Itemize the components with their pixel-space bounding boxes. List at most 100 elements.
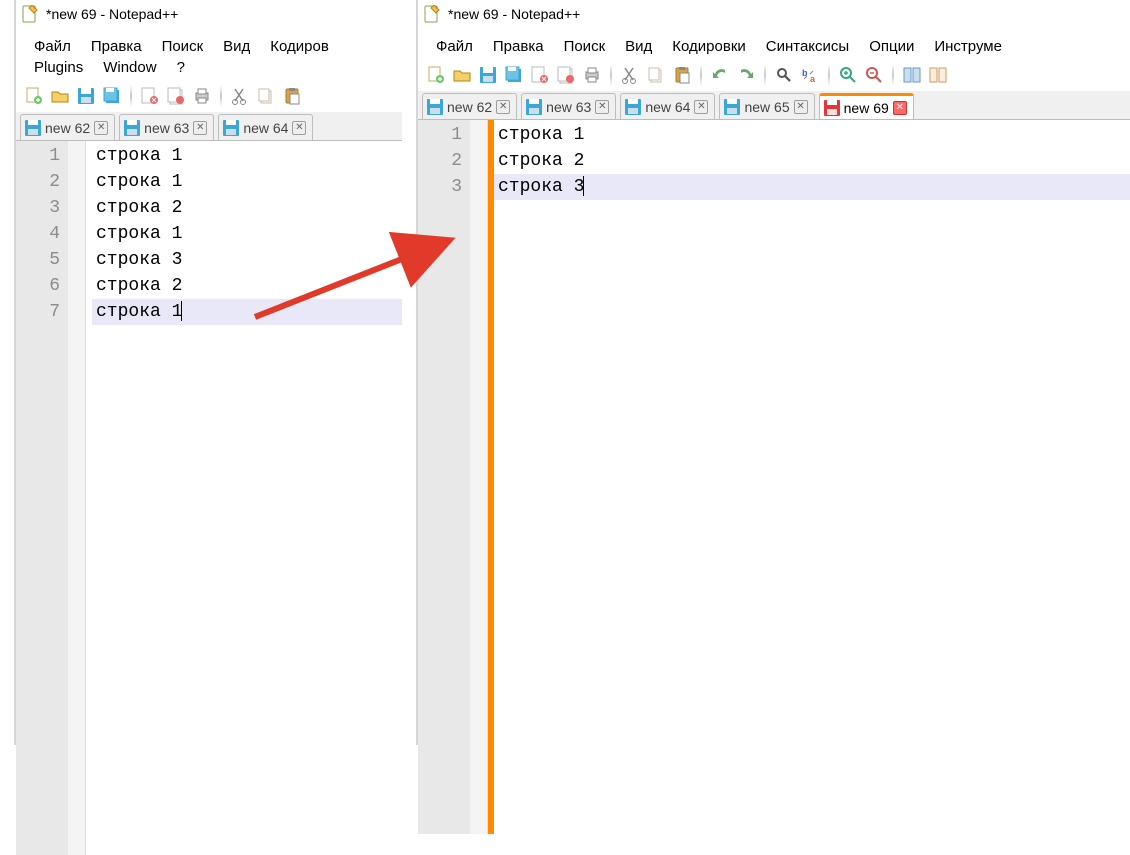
menu-view[interactable]: Вид bbox=[213, 36, 260, 57]
tab-close-button[interactable]: ✕ bbox=[794, 100, 808, 114]
tab-label: new 62 bbox=[45, 120, 90, 136]
tab-label: new 62 bbox=[447, 99, 492, 115]
tab-close-button[interactable]: ✕ bbox=[595, 100, 609, 114]
toolbar-separator bbox=[610, 64, 612, 86]
menu-file[interactable]: Файл bbox=[24, 36, 81, 57]
text-line[interactable]: строка 3 bbox=[494, 174, 1130, 200]
disk-icon bbox=[724, 99, 740, 115]
save-button[interactable] bbox=[74, 84, 98, 108]
menu-encoding[interactable]: Кодировки bbox=[662, 36, 755, 57]
tab-close-button[interactable]: ✕ bbox=[496, 100, 510, 114]
paste-button[interactable] bbox=[670, 63, 694, 87]
tab-label: new 64 bbox=[243, 120, 288, 136]
tab-new63[interactable]: new 63 ✕ bbox=[119, 114, 214, 140]
menu-bar: Файл Правка Поиск Вид Кодиров Plugins Wi… bbox=[16, 30, 402, 80]
menu-help[interactable]: ? bbox=[167, 57, 195, 78]
open-file-button[interactable] bbox=[48, 84, 72, 108]
close-button[interactable] bbox=[138, 84, 162, 108]
toolbar-separator bbox=[700, 64, 702, 86]
new-file-button[interactable] bbox=[424, 63, 448, 87]
save-all-button[interactable] bbox=[100, 84, 124, 108]
menu-window[interactable]: Window bbox=[93, 57, 166, 78]
close-all-button[interactable] bbox=[164, 84, 188, 108]
tab-label: new 65 bbox=[744, 99, 789, 115]
menu-plugins[interactable]: Plugins bbox=[24, 57, 93, 78]
text-line[interactable]: строка 1 bbox=[494, 122, 1130, 148]
menu-search[interactable]: Поиск bbox=[152, 36, 214, 57]
tab-new64[interactable]: new 64 ✕ bbox=[218, 114, 313, 140]
text-line[interactable]: строка 3 bbox=[92, 247, 402, 273]
cut-button[interactable] bbox=[228, 84, 252, 108]
menu-tools[interactable]: Инструме bbox=[924, 36, 1012, 57]
print-button[interactable] bbox=[190, 84, 214, 108]
toolbar-separator bbox=[764, 64, 766, 86]
text-line[interactable]: строка 2 bbox=[92, 273, 402, 299]
toolbar-separator bbox=[828, 64, 830, 86]
copy-button[interactable] bbox=[644, 63, 668, 87]
disk-icon bbox=[625, 99, 641, 115]
disk-icon bbox=[526, 99, 542, 115]
tab-new62[interactable]: new 62 ✕ bbox=[422, 93, 517, 119]
line-number: 3 bbox=[16, 195, 60, 221]
zoom-out-button[interactable] bbox=[862, 63, 886, 87]
text-line[interactable]: строка 2 bbox=[92, 195, 402, 221]
tab-close-button[interactable]: ✕ bbox=[292, 121, 306, 135]
disk-icon bbox=[427, 99, 443, 115]
text-line[interactable]: строка 1 bbox=[92, 143, 402, 169]
disk-icon bbox=[124, 120, 140, 136]
tab-new65[interactable]: new 65 ✕ bbox=[719, 93, 814, 119]
zoom-in-button[interactable] bbox=[836, 63, 860, 87]
menu-edit[interactable]: Правка bbox=[81, 36, 152, 57]
sync-horiz-button[interactable] bbox=[926, 63, 950, 87]
app-icon bbox=[22, 5, 40, 23]
tab-new69[interactable]: new 69 ✕ bbox=[819, 93, 914, 119]
print-button[interactable] bbox=[580, 63, 604, 87]
menu-syntax[interactable]: Синтаксисы bbox=[756, 36, 859, 57]
window-title: *new 69 - Notepad++ bbox=[46, 6, 178, 22]
menu-search[interactable]: Поиск bbox=[554, 36, 616, 57]
new-file-button[interactable] bbox=[22, 84, 46, 108]
sync-vert-button[interactable] bbox=[900, 63, 924, 87]
text-line[interactable]: строка 1 bbox=[92, 299, 402, 325]
tab-bar: new 62 ✕ new 63 ✕ new 64 ✕ new 65 ✕ new … bbox=[418, 91, 1130, 119]
replace-button[interactable]: ba bbox=[798, 63, 822, 87]
tab-label: new 63 bbox=[546, 99, 591, 115]
open-file-button[interactable] bbox=[450, 63, 474, 87]
paste-button[interactable] bbox=[280, 84, 304, 108]
fold-margin bbox=[470, 120, 488, 834]
tab-close-button[interactable]: ✕ bbox=[694, 100, 708, 114]
close-button[interactable] bbox=[528, 63, 552, 87]
line-number: 5 bbox=[16, 247, 60, 273]
menu-encoding[interactable]: Кодиров bbox=[260, 36, 339, 57]
menu-options[interactable]: Опции bbox=[859, 36, 924, 57]
cut-button[interactable] bbox=[618, 63, 642, 87]
tab-new64[interactable]: new 64 ✕ bbox=[620, 93, 715, 119]
line-number: 6 bbox=[16, 273, 60, 299]
text-area[interactable]: строка 1 строка 2 строка 3 bbox=[494, 120, 1130, 834]
text-line[interactable]: строка 1 bbox=[92, 169, 402, 195]
text-line[interactable]: строка 2 bbox=[494, 148, 1130, 174]
menu-edit[interactable]: Правка bbox=[483, 36, 554, 57]
tab-new63[interactable]: new 63 ✕ bbox=[521, 93, 616, 119]
menu-view[interactable]: Вид bbox=[615, 36, 662, 57]
line-number: 2 bbox=[418, 148, 462, 174]
copy-button[interactable] bbox=[254, 84, 278, 108]
text-area[interactable]: строка 1 строка 1 строка 2 строка 1 стро… bbox=[92, 141, 402, 855]
menu-file[interactable]: Файл bbox=[426, 36, 483, 57]
tab-close-button[interactable]: ✕ bbox=[193, 121, 207, 135]
tab-close-button[interactable]: ✕ bbox=[893, 101, 907, 115]
line-number: 7 bbox=[16, 299, 60, 325]
tab-new62[interactable]: new 62 ✕ bbox=[20, 114, 115, 140]
close-all-button[interactable] bbox=[554, 63, 578, 87]
line-number-gutter: 1 2 3 4 5 6 7 bbox=[16, 141, 68, 855]
undo-button[interactable] bbox=[708, 63, 732, 87]
save-button[interactable] bbox=[476, 63, 500, 87]
line-number: 1 bbox=[16, 143, 60, 169]
save-all-button[interactable] bbox=[502, 63, 526, 87]
disk-icon-modified bbox=[824, 100, 840, 116]
line-number: 2 bbox=[16, 169, 60, 195]
text-line[interactable]: строка 1 bbox=[92, 221, 402, 247]
find-button[interactable] bbox=[772, 63, 796, 87]
tab-close-button[interactable]: ✕ bbox=[94, 121, 108, 135]
redo-button[interactable] bbox=[734, 63, 758, 87]
